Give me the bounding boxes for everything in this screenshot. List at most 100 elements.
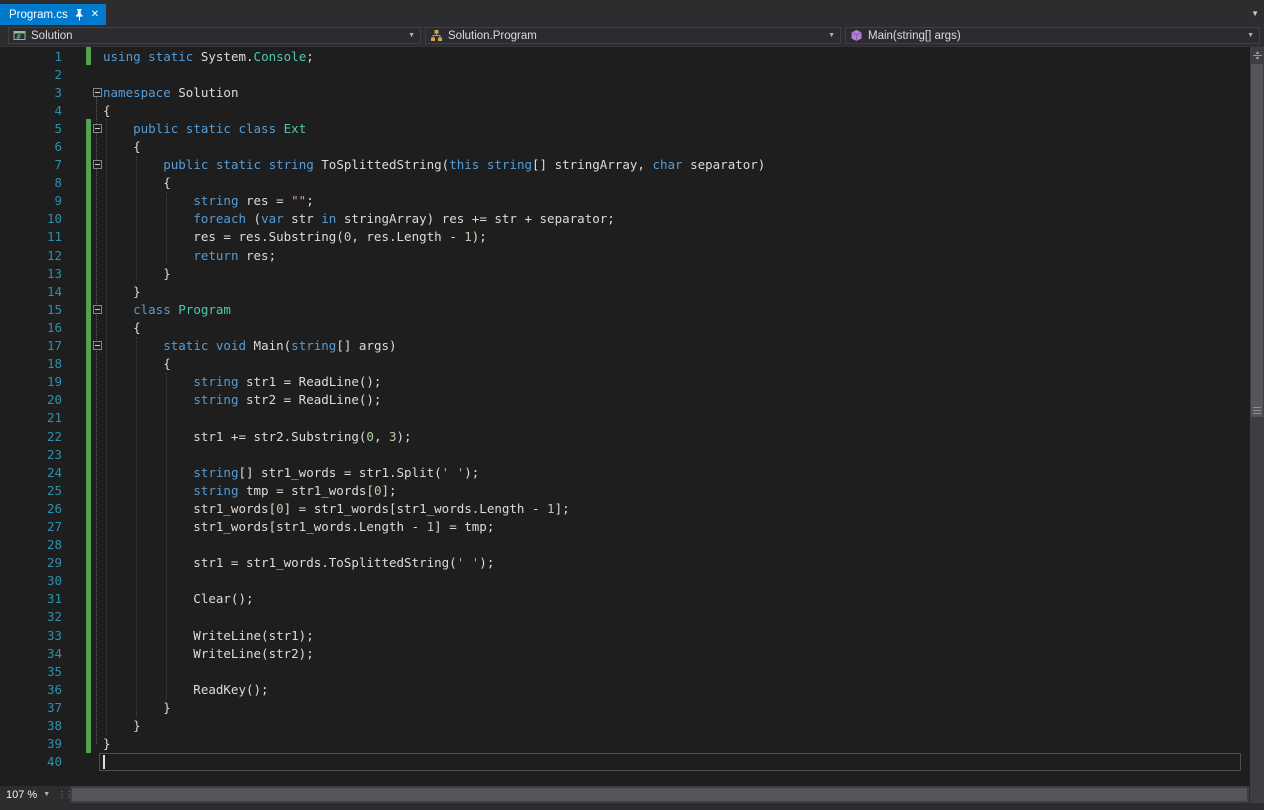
code-line[interactable]: 14 } xyxy=(0,282,1250,300)
line-number[interactable]: 32 xyxy=(0,609,62,624)
code-line[interactable]: 18 { xyxy=(0,355,1250,373)
code-line[interactable]: 6 { xyxy=(0,137,1250,155)
code-line[interactable]: 39} xyxy=(0,735,1250,753)
code-line[interactable]: 19 string str1 = ReadLine(); xyxy=(0,373,1250,391)
code-line[interactable]: 10 foreach (var str in stringArray) res … xyxy=(0,210,1250,228)
line-number[interactable]: 16 xyxy=(0,320,62,335)
fold-collapse-icon[interactable] xyxy=(93,88,102,97)
code-line[interactable]: 15 class Program xyxy=(0,300,1250,318)
vertical-scrollbar-thumb[interactable] xyxy=(1251,64,1263,417)
code-line[interactable]: 2 xyxy=(0,65,1250,83)
code-line[interactable]: 16 { xyxy=(0,318,1250,336)
line-number[interactable]: 8 xyxy=(0,175,62,190)
tab-overflow-chevron-icon[interactable]: ▼ xyxy=(1251,9,1259,18)
code-line[interactable]: 5 public static class Ext xyxy=(0,119,1250,137)
line-number[interactable]: 9 xyxy=(0,193,62,208)
scrollbar-split-grip[interactable] xyxy=(1250,47,1264,64)
code-line[interactable]: 37 } xyxy=(0,698,1250,716)
line-number[interactable]: 39 xyxy=(0,736,62,751)
code-line[interactable]: 40 xyxy=(0,753,1250,771)
line-number[interactable]: 2 xyxy=(0,67,62,82)
code-line[interactable]: 35 xyxy=(0,662,1250,680)
code-editor[interactable]: 1using static System.Console; 23namespace… xyxy=(0,47,1264,786)
line-number[interactable]: 14 xyxy=(0,284,62,299)
code-line[interactable]: 22 str1 += str2.Substring(0, 3); xyxy=(0,427,1250,445)
code-line[interactable]: 26 str1_words[0] = str1_words[str1_words… xyxy=(0,499,1250,517)
code-line[interactable]: 1using static System.Console; xyxy=(0,47,1250,65)
code-line[interactable]: 12 return res; xyxy=(0,246,1250,264)
code-line[interactable]: 34 WriteLine(str2); xyxy=(0,644,1250,662)
horizontal-scrollbar[interactable] xyxy=(70,786,1249,803)
code-line[interactable]: 3namespace Solution xyxy=(0,83,1250,101)
line-number[interactable]: 23 xyxy=(0,447,62,462)
project-dropdown[interactable]: # Solution ▼ xyxy=(8,27,421,44)
line-number[interactable]: 12 xyxy=(0,248,62,263)
close-icon[interactable]: ✕ xyxy=(91,9,99,20)
code-line[interactable]: 27 str1_words[str1_words.Length - 1] = t… xyxy=(0,517,1250,535)
type-dropdown[interactable]: Solution.Program ▼ xyxy=(425,27,841,44)
line-number[interactable]: 22 xyxy=(0,429,62,444)
horizontal-scrollbar-thumb[interactable] xyxy=(72,788,1247,801)
code-line[interactable]: 36 ReadKey(); xyxy=(0,680,1250,698)
line-number[interactable]: 24 xyxy=(0,465,62,480)
code-line[interactable]: 25 string tmp = str1_words[0]; xyxy=(0,481,1250,499)
line-number[interactable]: 21 xyxy=(0,410,62,425)
code-line[interactable]: 13 } xyxy=(0,264,1250,282)
line-number[interactable]: 3 xyxy=(0,85,62,100)
code-line[interactable]: 11 res = res.Substring(0, res.Length - 1… xyxy=(0,228,1250,246)
line-number[interactable]: 11 xyxy=(0,229,62,244)
line-number[interactable]: 1 xyxy=(0,49,62,64)
member-dropdown[interactable]: Main(string[] args) ▼ xyxy=(845,27,1260,44)
code-line[interactable]: 24 string[] str1_words = str1.Split(' ')… xyxy=(0,463,1250,481)
code-line[interactable]: 20 string str2 = ReadLine(); xyxy=(0,391,1250,409)
code-line[interactable]: 29 str1 = str1_words.ToSplittedString(' … xyxy=(0,554,1250,572)
line-number[interactable]: 13 xyxy=(0,266,62,281)
line-number[interactable]: 38 xyxy=(0,718,62,733)
code-line[interactable]: 31 Clear(); xyxy=(0,590,1250,608)
tab-program-cs[interactable]: Program.cs ✕ xyxy=(0,4,106,25)
line-number[interactable]: 7 xyxy=(0,157,62,172)
fold-collapse-icon[interactable] xyxy=(93,124,102,133)
code-line[interactable]: 8 { xyxy=(0,174,1250,192)
code-line[interactable]: 32 xyxy=(0,608,1250,626)
code-line[interactable]: 7 public static string ToSplittedString(… xyxy=(0,156,1250,174)
vertical-scrollbar[interactable] xyxy=(1250,47,1264,786)
line-number[interactable]: 29 xyxy=(0,555,62,570)
line-number[interactable]: 4 xyxy=(0,103,62,118)
line-number[interactable]: 36 xyxy=(0,682,62,697)
line-number[interactable]: 20 xyxy=(0,392,62,407)
code-line[interactable]: 30 xyxy=(0,572,1250,590)
line-number[interactable]: 10 xyxy=(0,211,62,226)
line-number[interactable]: 40 xyxy=(0,754,62,769)
splitter-grip[interactable]: ⋮⋮ xyxy=(60,786,70,803)
line-number[interactable]: 19 xyxy=(0,374,62,389)
line-number[interactable]: 15 xyxy=(0,302,62,317)
zoom-control[interactable]: 107 % ▼ xyxy=(0,786,60,803)
fold-collapse-icon[interactable] xyxy=(93,160,102,169)
code-line[interactable]: 21 xyxy=(0,409,1250,427)
code-line[interactable]: 28 xyxy=(0,536,1250,554)
fold-collapse-icon[interactable] xyxy=(93,341,102,350)
line-number[interactable]: 35 xyxy=(0,664,62,679)
line-number[interactable]: 5 xyxy=(0,121,62,136)
line-number[interactable]: 6 xyxy=(0,139,62,154)
code-line[interactable]: 23 xyxy=(0,445,1250,463)
fold-collapse-icon[interactable] xyxy=(93,305,102,314)
line-number[interactable]: 26 xyxy=(0,501,62,516)
line-number[interactable]: 34 xyxy=(0,646,62,661)
code-line[interactable]: 38 } xyxy=(0,716,1250,734)
code-line[interactable]: 17 static void Main(string[] args) xyxy=(0,337,1250,355)
line-number[interactable]: 17 xyxy=(0,338,62,353)
line-number[interactable]: 28 xyxy=(0,537,62,552)
code-line[interactable]: 33 WriteLine(str1); xyxy=(0,626,1250,644)
pin-icon[interactable] xyxy=(75,9,84,21)
line-number[interactable]: 27 xyxy=(0,519,62,534)
line-number[interactable]: 31 xyxy=(0,591,62,606)
line-number[interactable]: 30 xyxy=(0,573,62,588)
line-number[interactable]: 18 xyxy=(0,356,62,371)
line-number[interactable]: 25 xyxy=(0,483,62,498)
code-line[interactable]: 9 string res = ""; xyxy=(0,192,1250,210)
code-line[interactable]: 4{ xyxy=(0,101,1250,119)
line-number[interactable]: 33 xyxy=(0,628,62,643)
line-number[interactable]: 37 xyxy=(0,700,62,715)
